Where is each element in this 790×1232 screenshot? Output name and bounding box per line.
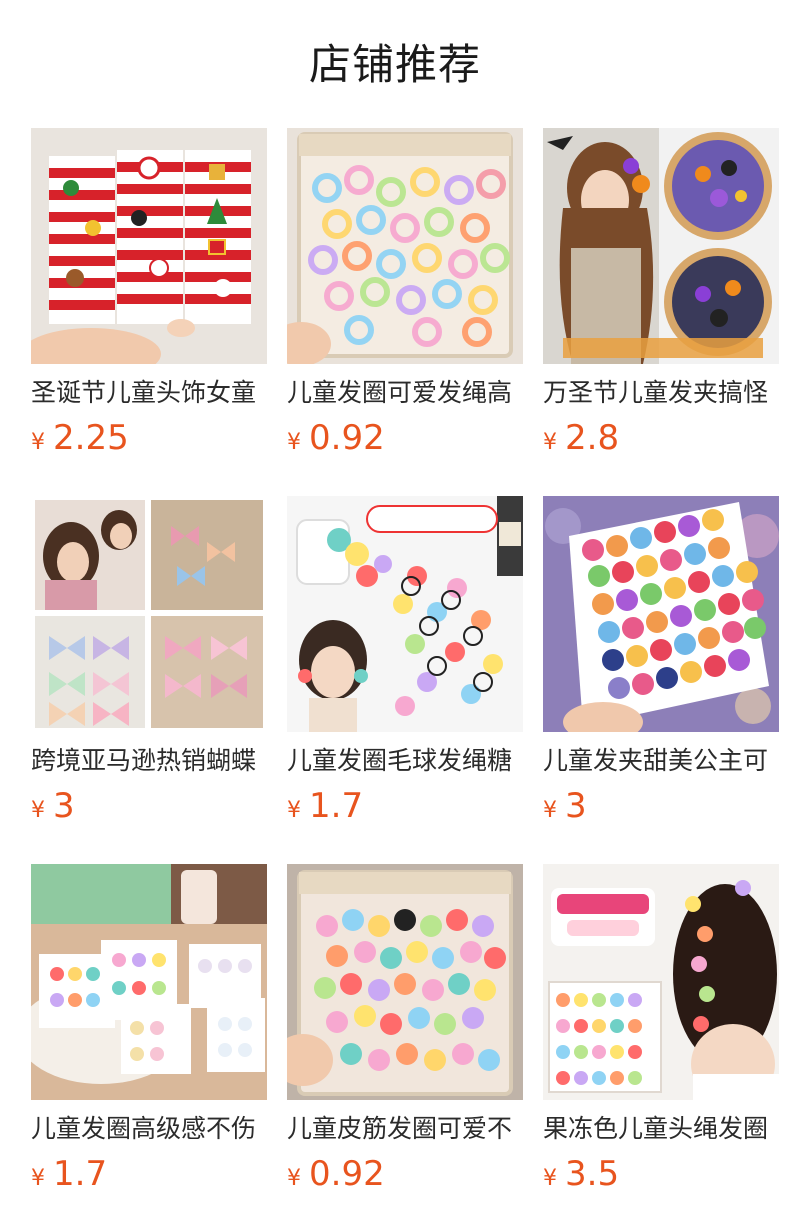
jelly-color-hair-ties-image[interactable] bbox=[543, 864, 779, 1100]
product-name[interactable]: 万圣节儿童发夹搞怪 bbox=[543, 376, 779, 410]
product-card[interactable]: 儿童皮筋发圈可爱不 ¥0.92 bbox=[287, 864, 523, 1232]
christmas-hair-clips-image[interactable] bbox=[31, 128, 267, 364]
currency-symbol: ¥ bbox=[543, 798, 557, 823]
product-card[interactable]: 儿童发圈毛球发绳糖 ¥1.7 bbox=[287, 496, 523, 864]
currency-symbol: ¥ bbox=[31, 798, 45, 823]
currency-symbol: ¥ bbox=[287, 430, 301, 455]
product-price: ¥1.7 bbox=[31, 1152, 107, 1196]
product-price: ¥3 bbox=[31, 784, 75, 828]
currency-symbol: ¥ bbox=[543, 1166, 557, 1191]
pastel-hair-ties-bag-image[interactable] bbox=[287, 128, 523, 364]
product-name[interactable]: 儿童发圈可爱发绳高 bbox=[287, 376, 523, 410]
ball-hair-ties-cards-image[interactable] bbox=[31, 864, 267, 1100]
product-grid: 圣诞节儿童头饰女童 ¥2.25 儿童发圈可爱发绳高 ¥ 0.92 万圣节儿童发夹… bbox=[31, 128, 779, 1232]
flower-hair-clips-image[interactable] bbox=[543, 496, 779, 732]
page-title: 店铺推荐 bbox=[308, 40, 481, 89]
currency-symbol: ¥ bbox=[543, 430, 557, 455]
currency-symbol: ¥ bbox=[287, 1166, 301, 1191]
pompom-hair-ties-image[interactable] bbox=[287, 496, 523, 732]
price-amount: 2.25 bbox=[53, 418, 129, 458]
product-price: ¥2.25 bbox=[31, 416, 129, 460]
store-recommendation-page: 店铺推荐 圣诞节儿童头饰女童 ¥ 2.25 儿童发圈可爱发绳高 ¥ 0.92 万… bbox=[0, 0, 790, 1232]
product-card[interactable]: 圣诞节儿童头饰女童 ¥2.25 bbox=[31, 128, 267, 496]
product-name[interactable]: 儿童发圈毛球发绳糖 bbox=[287, 744, 523, 778]
product-price: ¥3.5 bbox=[543, 1152, 619, 1196]
product-name[interactable]: 儿童皮筋发圈可爱不 bbox=[287, 1112, 523, 1146]
product-price: ¥0.92 bbox=[287, 416, 385, 460]
price-amount: 0.92 bbox=[309, 1154, 385, 1194]
halloween-hair-clips-image[interactable] bbox=[543, 128, 779, 364]
price-amount: 1.7 bbox=[53, 1154, 108, 1194]
product-card[interactable]: 儿童发夹甜美公主可 ¥3 bbox=[543, 496, 779, 864]
product-name[interactable]: 儿童发夹甜美公主可 bbox=[543, 744, 779, 778]
price-amount: 0.92 bbox=[309, 418, 385, 458]
product-card[interactable]: 儿童发圈高级感不伤 ¥1.7 bbox=[31, 864, 267, 1232]
price-amount: 3 bbox=[53, 786, 75, 826]
price-amount: 1.7 bbox=[309, 786, 364, 826]
product-card[interactable]: 果冻色儿童头绳发圈 ¥3.5 bbox=[543, 864, 779, 1232]
product-price: ¥0.92 bbox=[287, 1152, 385, 1196]
product-card[interactable]: 跨境亚马逊热销蝴蝶 ¥3 bbox=[31, 496, 267, 864]
product-name[interactable]: 果冻色儿童头绳发圈 bbox=[543, 1112, 779, 1146]
product-name[interactable]: 儿童发圈高级感不伤 bbox=[31, 1112, 267, 1146]
currency-symbol: ¥ bbox=[31, 430, 45, 455]
product-card[interactable]: 儿童发圈可爱发绳高 ¥0.92 bbox=[287, 128, 523, 496]
price-amount: 2.8 bbox=[565, 418, 620, 458]
cartoon-hair-ties-bag-image[interactable] bbox=[287, 864, 523, 1100]
price-amount: 3 bbox=[565, 786, 587, 826]
butterfly-bow-clips-image[interactable] bbox=[31, 496, 267, 732]
product-name[interactable]: 跨境亚马逊热销蝴蝶 bbox=[31, 744, 267, 778]
product-name[interactable]: 圣诞节儿童头饰女童 bbox=[31, 376, 267, 410]
product-card[interactable]: 万圣节儿童发夹搞怪 ¥2.8 bbox=[543, 128, 779, 496]
product-price: ¥1.7 bbox=[287, 784, 363, 828]
currency-symbol: ¥ bbox=[287, 798, 301, 823]
currency-symbol: ¥ bbox=[31, 1166, 45, 1191]
product-price: ¥3 bbox=[543, 784, 587, 828]
product-price: ¥2.8 bbox=[543, 416, 619, 460]
price-amount: 3.5 bbox=[565, 1154, 620, 1194]
